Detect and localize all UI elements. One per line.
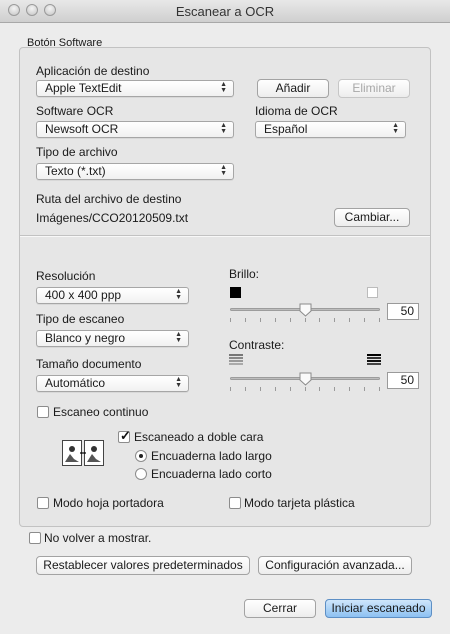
restore-defaults-button[interactable]: Restablecer valores predeterminados <box>36 556 250 575</box>
slider-tick <box>349 318 350 322</box>
low-contrast-icon <box>229 354 243 365</box>
ocr-language-select[interactable]: Español ▲ ▼ <box>255 121 406 138</box>
high-contrast-icon <box>367 354 381 365</box>
slider-tick <box>319 318 320 322</box>
contrast-ticks <box>230 387 380 393</box>
remove-button[interactable]: Eliminar <box>338 79 410 98</box>
ocr-software-select[interactable]: Newsoft OCR ▲ ▼ <box>36 121 234 138</box>
doc-size-label: Tamaño documento <box>36 357 142 371</box>
brightness-slider-thumb[interactable] <box>299 303 312 317</box>
contrast-value[interactable]: 50 <box>387 372 419 389</box>
popup-arrows-icon: ▲ ▼ <box>220 122 227 135</box>
app-select[interactable]: Apple TextEdit ▲ ▼ <box>36 80 234 97</box>
popup-arrows-icon: ▲ ▼ <box>175 331 182 344</box>
window-title: Escanear a OCR <box>175 4 275 19</box>
continuous-scan-label: Escaneo continuo <box>53 405 149 419</box>
carrier-sheet-checkbox[interactable] <box>37 497 49 509</box>
resolution-select[interactable]: 400 x 400 ppp ▲ ▼ <box>36 287 189 304</box>
app-label: Aplicación de destino <box>36 64 150 78</box>
slider-tick <box>364 318 365 322</box>
ocr-software-value: Newsoft OCR <box>45 122 119 136</box>
ocr-language-value: Español <box>264 122 308 136</box>
slider-tick <box>275 318 276 322</box>
section-divider <box>20 235 430 237</box>
ocr-language-label: Idioma de OCR <box>255 104 338 118</box>
slider-tick <box>245 318 246 322</box>
popup-arrows-icon: ▲ ▼ <box>175 288 182 301</box>
slider-tick <box>275 387 276 391</box>
continuous-scan-checkbox[interactable] <box>37 406 49 418</box>
slider-tick <box>260 387 261 391</box>
binding-short-edge-label: Encuaderna lado corto <box>151 467 272 481</box>
file-type-label: Tipo de archivo <box>36 145 118 159</box>
ocr-software-label: Software OCR <box>36 104 114 118</box>
slider-tick <box>260 318 261 322</box>
app-select-value: Apple TextEdit <box>45 81 122 95</box>
popup-arrows-icon: ▲ ▼ <box>220 81 227 94</box>
slider-tick <box>349 387 350 391</box>
slider-tick <box>379 387 380 391</box>
dest-path-value: Imágenes/CCO20120509.txt <box>36 211 189 225</box>
slider-tick <box>230 318 231 322</box>
slider-tick <box>379 318 380 322</box>
slider-tick <box>245 387 246 391</box>
duplex-scan-label: Escaneado a doble cara <box>134 430 264 444</box>
doc-size-value: Automático <box>45 376 106 390</box>
brightness-value[interactable]: 50 <box>387 303 419 320</box>
checkmark-icon: ✓ <box>120 428 131 443</box>
resolution-value: 400 x 400 ppp <box>45 288 122 302</box>
dark-square-icon <box>230 287 241 298</box>
change-path-button[interactable]: Cambiar... <box>334 208 410 227</box>
slider-tick <box>364 387 365 391</box>
slider-tick <box>290 318 291 322</box>
popup-arrows-icon: ▲ ▼ <box>220 164 227 177</box>
duplex-scan-checkbox[interactable]: ✓ <box>118 428 131 443</box>
plastic-card-label: Modo tarjeta plástica <box>244 496 355 510</box>
doc-size-select[interactable]: Automático ▲ ▼ <box>36 375 189 392</box>
slider-tick <box>319 387 320 391</box>
dest-path-label: Ruta del archivo de destino <box>36 192 182 206</box>
contrast-slider-thumb[interactable] <box>299 372 312 386</box>
add-button[interactable]: Añadir <box>257 79 329 98</box>
scan-type-select[interactable]: Blanco y negro ▲ ▼ <box>36 330 189 347</box>
dont-show-again-checkbox[interactable] <box>29 532 41 544</box>
popup-arrows-icon: ▲ ▼ <box>392 122 399 135</box>
scan-type-label: Tipo de escaneo <box>36 312 125 326</box>
plastic-card-checkbox[interactable] <box>229 497 241 509</box>
brightness-ticks <box>230 318 380 324</box>
slider-tick <box>230 387 231 391</box>
close-button[interactable]: Cerrar <box>244 599 316 618</box>
advanced-settings-button[interactable]: Configuración avanzada... <box>258 556 412 575</box>
file-type-value: Texto (*.txt) <box>45 164 106 178</box>
popup-arrows-icon: ▲ ▼ <box>175 376 182 389</box>
light-square-icon <box>367 287 378 298</box>
slider-tick <box>305 318 306 322</box>
binding-long-edge-radio[interactable] <box>135 450 147 462</box>
carrier-sheet-label: Modo hoja portadora <box>53 496 164 510</box>
dont-show-again-label: No volver a mostrar. <box>44 531 152 545</box>
scan-type-value: Blanco y negro <box>45 331 126 345</box>
slider-tick <box>305 387 306 391</box>
resolution-label: Resolución <box>36 269 96 283</box>
slider-tick <box>290 387 291 391</box>
slider-tick <box>334 318 335 322</box>
duplex-scan-icon <box>62 440 104 466</box>
contrast-label: Contraste: <box>229 338 285 352</box>
title-bar: Escanear a OCR <box>0 0 450 23</box>
binding-long-edge-label: Encuaderna lado largo <box>151 449 272 463</box>
binding-short-edge-radio[interactable] <box>135 468 147 480</box>
start-scan-button[interactable]: Iniciar escaneado <box>325 599 432 618</box>
file-type-select[interactable]: Texto (*.txt) ▲ ▼ <box>36 163 234 180</box>
brightness-label: Brillo: <box>229 267 260 281</box>
slider-tick <box>334 387 335 391</box>
